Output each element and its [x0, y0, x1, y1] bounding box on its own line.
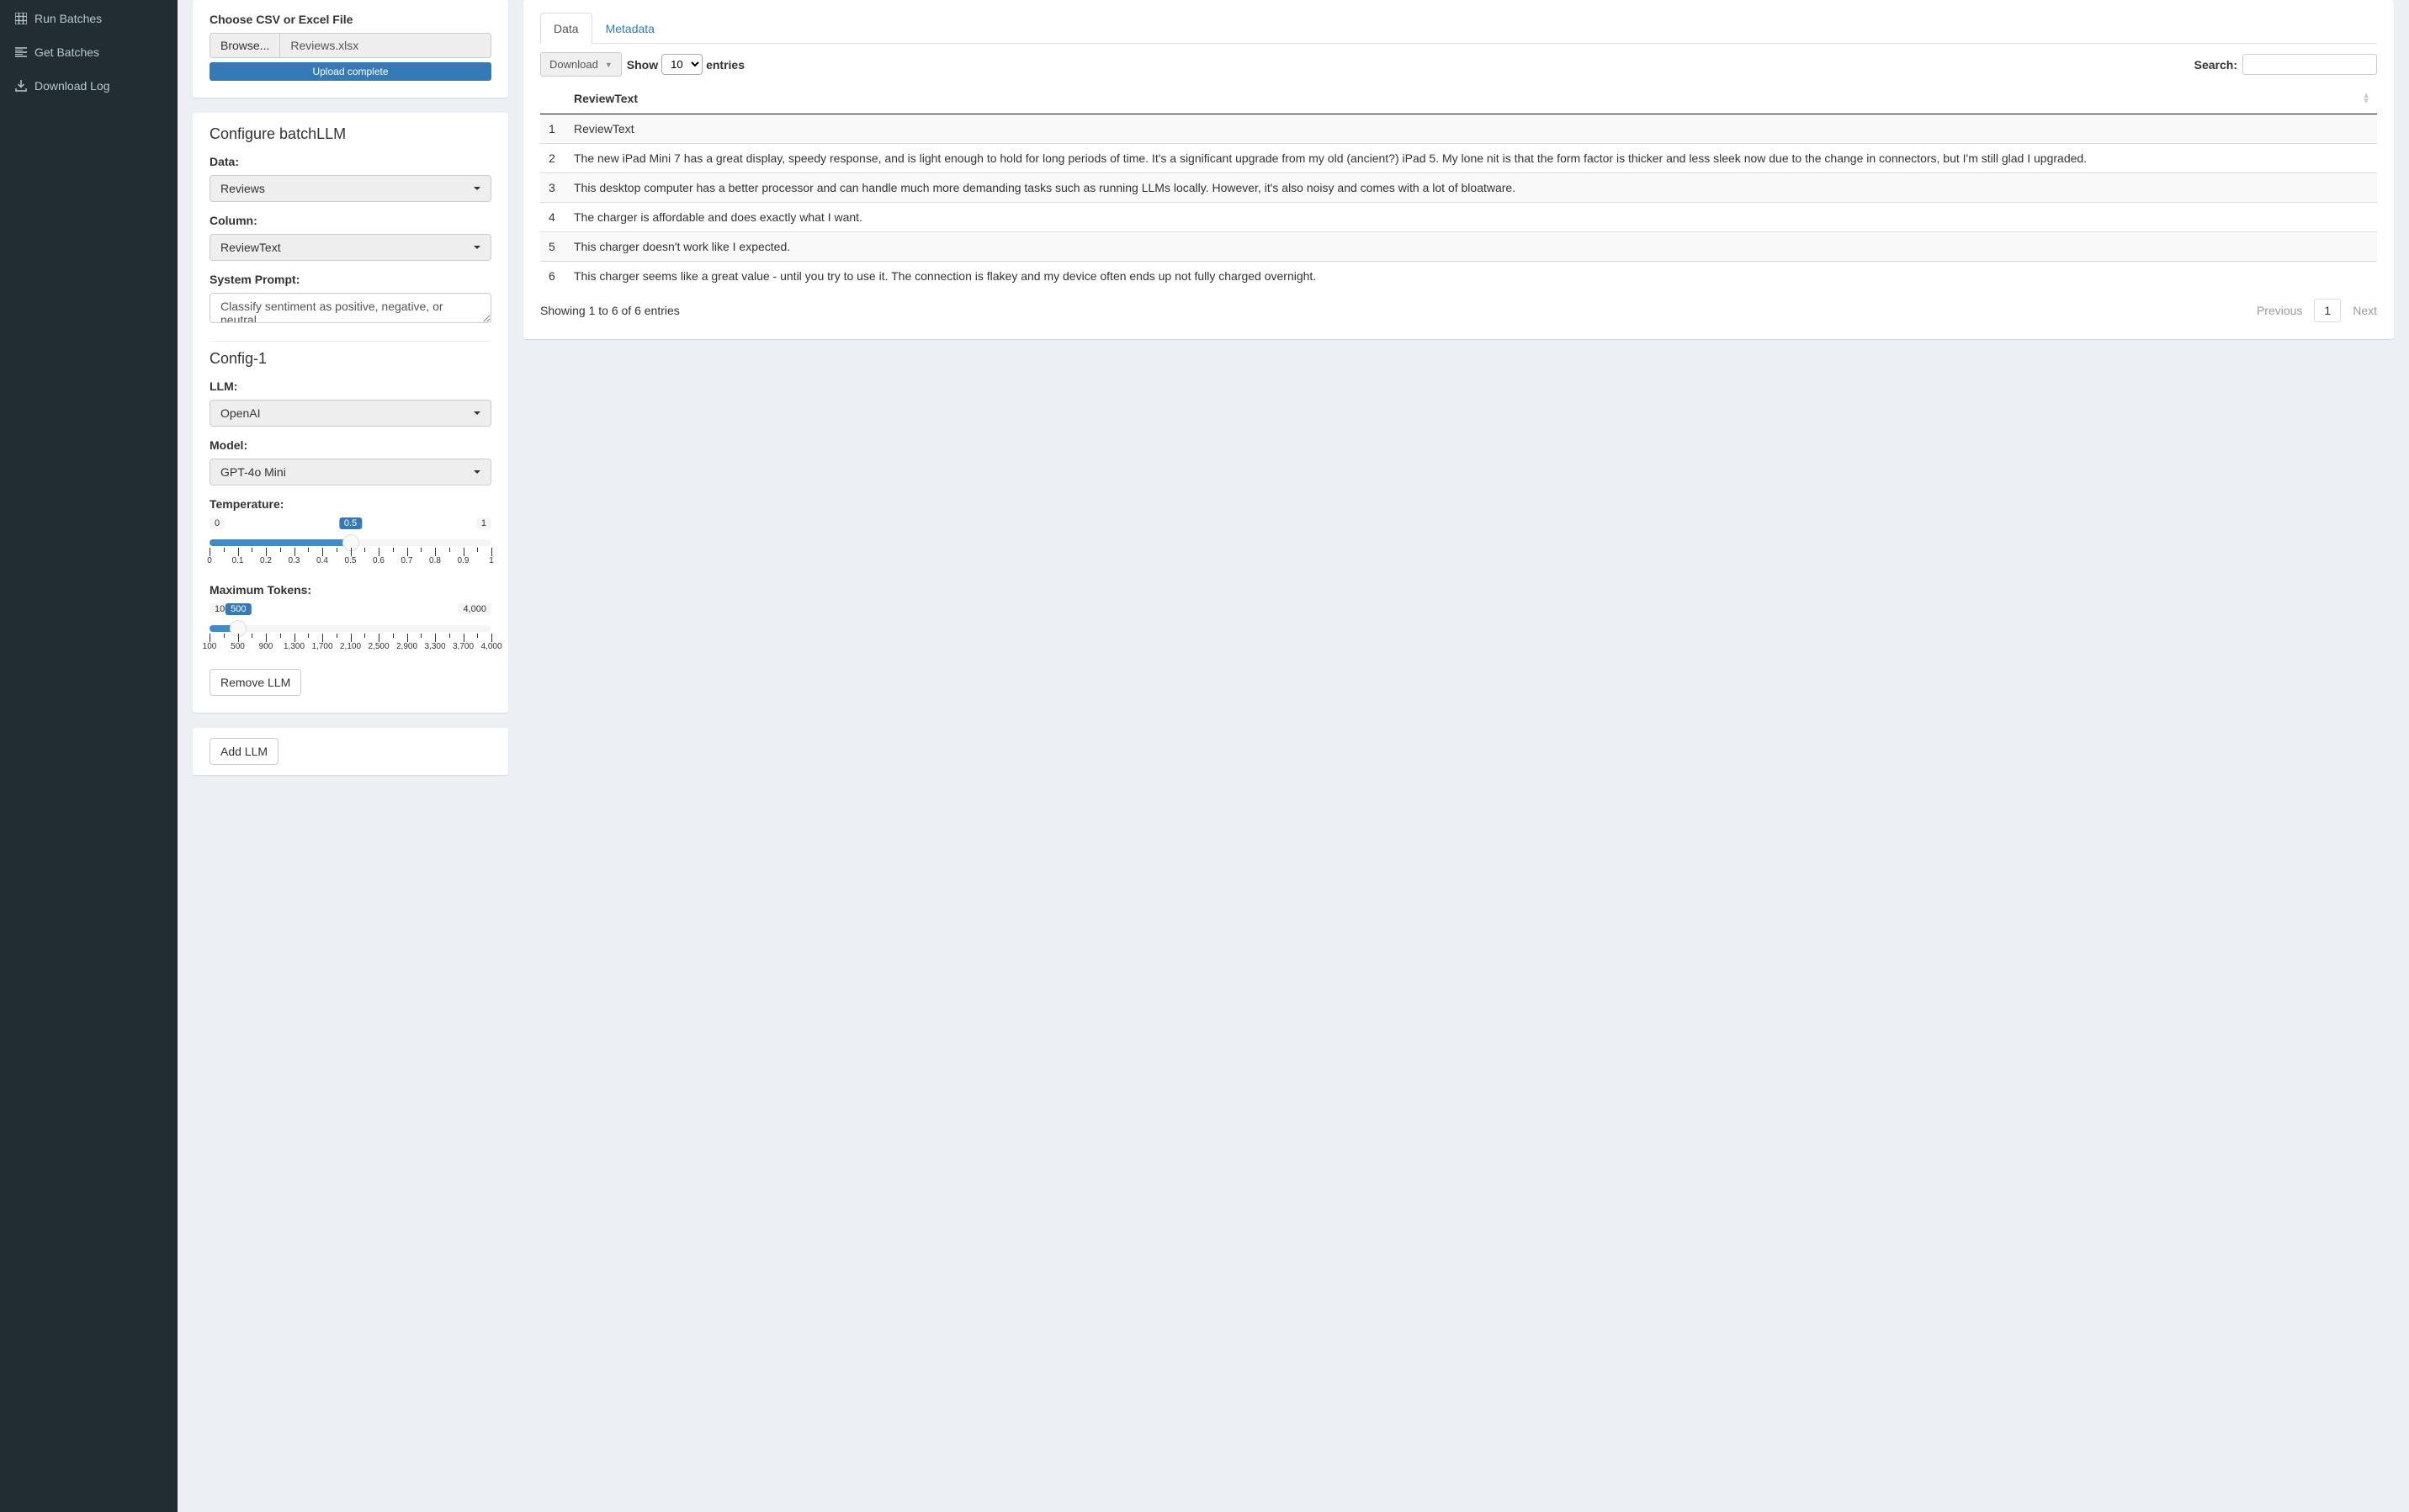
table-icon [13, 13, 29, 24]
data-select[interactable]: Reviews [210, 175, 491, 202]
llm-label: LLM: [210, 379, 491, 393]
list-icon [13, 46, 29, 58]
column-label: Column: [210, 214, 491, 227]
tab-metadata[interactable]: Metadata [592, 13, 668, 44]
table-row: 4The charger is affordable and does exac… [540, 203, 2377, 232]
configure-box: Configure batchLLM Data: Reviews Column:… [193, 113, 508, 713]
download-button-label: Download [549, 58, 598, 71]
chevron-down-icon [474, 187, 480, 190]
table-row: 1ReviewText [540, 114, 2377, 144]
system-prompt-input[interactable]: Classify sentiment as positive, negative… [210, 293, 491, 323]
llm-select-value: OpenAI [220, 406, 260, 420]
table-body: 1ReviewText2The new iPad Mini 7 has a gr… [540, 114, 2377, 291]
reviewtext-header[interactable]: ReviewText ▲▼ [565, 83, 2377, 114]
row-number: 5 [540, 232, 565, 262]
slider-min: 0 [210, 517, 225, 529]
show-label: Show [627, 58, 658, 72]
sidebar-item-run-batches[interactable]: Run Batches [0, 2, 178, 35]
upload-progress: Upload complete [210, 62, 491, 81]
data-table-box: Data Metadata Download ▼ Show 10 entries [523, 0, 2394, 339]
row-number: 3 [540, 173, 565, 203]
right-column: Data Metadata Download ▼ Show 10 entries [523, 0, 2394, 354]
table-row: 5This charger doesn't work like I expect… [540, 232, 2377, 262]
divider [210, 341, 491, 342]
page-number[interactable]: 1 [2314, 299, 2341, 322]
max-tokens-slider[interactable]: 1004,0005001005009001,3001,7002,1002,500… [210, 603, 491, 654]
model-select[interactable]: GPT-4o Mini [210, 459, 491, 485]
chevron-down-icon: ▼ [605, 61, 613, 69]
search-label: Search: [2194, 58, 2237, 72]
add-llm-button[interactable]: Add LLM [210, 738, 279, 765]
sidebar: Run Batches Get Batches Download Log [0, 0, 178, 1512]
row-number: 1 [540, 114, 565, 144]
pagination: Previous 1 Next [2257, 299, 2377, 322]
column-select-value: ReviewText [220, 241, 281, 254]
chevron-down-icon [474, 470, 480, 474]
row-text: The new iPad Mini 7 has a great display,… [565, 144, 2377, 173]
file-name-display: Reviews.xlsx [279, 33, 491, 58]
sidebar-item-label: Run Batches [34, 12, 102, 25]
file-upload-box: Choose CSV or Excel File Browse... Revie… [193, 0, 508, 98]
tab-data[interactable]: Data [540, 13, 592, 44]
row-text: This desktop computer has a better proce… [565, 173, 2377, 203]
table-row: 3This desktop computer has a better proc… [540, 173, 2377, 203]
row-number-header[interactable] [540, 83, 565, 114]
max-tokens-label: Maximum Tokens: [210, 583, 491, 597]
table-footer: Showing 1 to 6 of 6 entries Previous 1 N… [540, 299, 2377, 322]
data-select-value: Reviews [220, 182, 265, 195]
slider-max: 1 [476, 517, 491, 529]
download-button[interactable]: Download ▼ [540, 52, 622, 77]
row-number: 4 [540, 203, 565, 232]
temperature-slider[interactable]: 010.500.10.20.30.40.50.60.70.80.91 [210, 517, 491, 568]
model-select-value: GPT-4o Mini [220, 465, 286, 479]
data-table: ReviewText ▲▼ 1ReviewText2The new iPad M… [540, 83, 2377, 290]
sort-icon: ▲▼ [2362, 93, 2370, 104]
entries-label: entries [706, 58, 745, 72]
next-button[interactable]: Next [2353, 304, 2377, 317]
slider-max: 4,000 [458, 603, 491, 615]
prev-button[interactable]: Previous [2257, 304, 2302, 317]
row-number: 6 [540, 262, 565, 291]
entries-select[interactable]: 10 [661, 54, 703, 75]
config-name-heading: Config-1 [210, 350, 491, 368]
slider-track[interactable] [210, 625, 491, 632]
sidebar-item-get-batches[interactable]: Get Batches [0, 35, 178, 69]
row-text: This charger doesn't work like I expecte… [565, 232, 2377, 262]
row-text: The charger is affordable and does exact… [565, 203, 2377, 232]
main-content: Choose CSV or Excel File Browse... Revie… [178, 0, 2409, 1512]
model-label: Model: [210, 438, 491, 452]
system-prompt-label: System Prompt: [210, 273, 491, 286]
slider-value: 500 [226, 603, 251, 615]
llm-select[interactable]: OpenAI [210, 400, 491, 427]
slider-track[interactable] [210, 539, 491, 546]
configure-heading: Configure batchLLM [210, 125, 491, 143]
file-upload-label: Choose CSV or Excel File [210, 13, 491, 26]
row-number: 2 [540, 144, 565, 173]
sidebar-item-download-log[interactable]: Download Log [0, 69, 178, 103]
left-column: Choose CSV or Excel File Browse... Revie… [193, 0, 508, 790]
table-info: Showing 1 to 6 of 6 entries [540, 304, 680, 317]
add-llm-box: Add LLM [193, 728, 508, 775]
table-controls-left: Download ▼ Show 10 entries [540, 52, 745, 77]
chevron-down-icon [474, 411, 480, 415]
temperature-label: Temperature: [210, 497, 491, 511]
remove-llm-button[interactable]: Remove LLM [210, 669, 301, 696]
chevron-down-icon [474, 246, 480, 249]
download-icon [13, 80, 29, 92]
search-input[interactable] [2242, 54, 2377, 75]
table-row: 6This charger seems like a great value -… [540, 262, 2377, 291]
row-text: ReviewText [565, 114, 2377, 144]
sidebar-item-label: Get Batches [34, 45, 99, 59]
row-text: This charger seems like a great value - … [565, 262, 2377, 291]
file-input-row: Browse... Reviews.xlsx [210, 33, 491, 58]
slider-value: 0.5 [339, 517, 362, 529]
column-select[interactable]: ReviewText [210, 234, 491, 261]
table-controls-right: Search: [2194, 54, 2377, 75]
sidebar-item-label: Download Log [34, 79, 110, 93]
data-label: Data: [210, 155, 491, 168]
table-row: 2The new iPad Mini 7 has a great display… [540, 144, 2377, 173]
tabs: Data Metadata [540, 13, 2377, 44]
table-controls: Download ▼ Show 10 entries Search: [540, 52, 2377, 77]
browse-button[interactable]: Browse... [210, 33, 279, 58]
